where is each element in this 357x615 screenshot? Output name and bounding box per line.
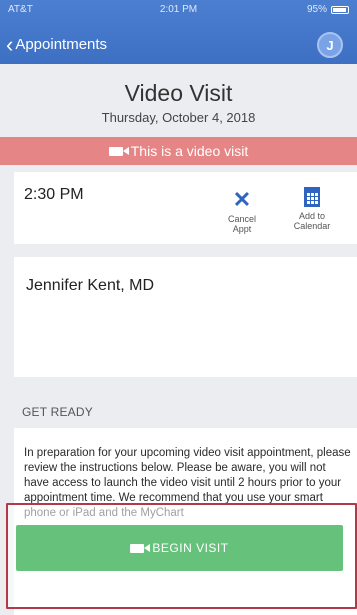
avatar[interactable]: J (317, 32, 343, 58)
provider-name: Jennifer Kent, MD (26, 277, 155, 294)
status-bar: AT&T 2:01 PM 95% (0, 0, 357, 20)
begin-visit-button[interactable]: BEGIN VISIT (16, 525, 343, 571)
back-button[interactable]: ‹ Appointments (6, 31, 108, 57)
add-to-calendar-button[interactable]: Add to Calendar (284, 187, 340, 231)
banner-text: This is a video visit (130, 143, 249, 159)
page-title: Video Visit (124, 80, 233, 106)
back-label: Appointments (15, 36, 108, 53)
cancel-label-1: Cancel (227, 214, 256, 224)
battery-percent: 95% (306, 4, 327, 15)
appointment-card: 2:30 PM ✕ Cancel Appt Add to Calendar (14, 172, 357, 244)
provider-card[interactable]: Jennifer Kent, MD (14, 257, 357, 377)
calendar-label-1: Add to (298, 211, 326, 221)
appointment-time: 2:30 PM (24, 186, 84, 203)
get-ready-heading: GET READY (22, 405, 93, 419)
calendar-icon (304, 187, 320, 207)
battery-icon (331, 5, 349, 14)
nav-bar: AT&T 2:01 PM 95% ‹ Appointments J (0, 0, 357, 64)
calendar-label-2: Calendar (293, 221, 331, 231)
chevron-left-icon: ‹ (6, 31, 14, 57)
status-battery: 95% (307, 4, 349, 15)
visit-date: Thursday, October 4, 2018 (101, 110, 256, 125)
video-visit-banner: This is a video visit (0, 137, 357, 165)
close-icon: ✕ (232, 187, 252, 212)
video-camera-icon (130, 543, 151, 553)
cancel-label-2: Appt (232, 224, 252, 234)
begin-visit-label: BEGIN VISIT (152, 541, 229, 555)
video-camera-icon (108, 146, 129, 156)
cancel-appt-button[interactable]: ✕ Cancel Appt (224, 187, 260, 235)
status-time: 2:01 PM (159, 4, 198, 15)
